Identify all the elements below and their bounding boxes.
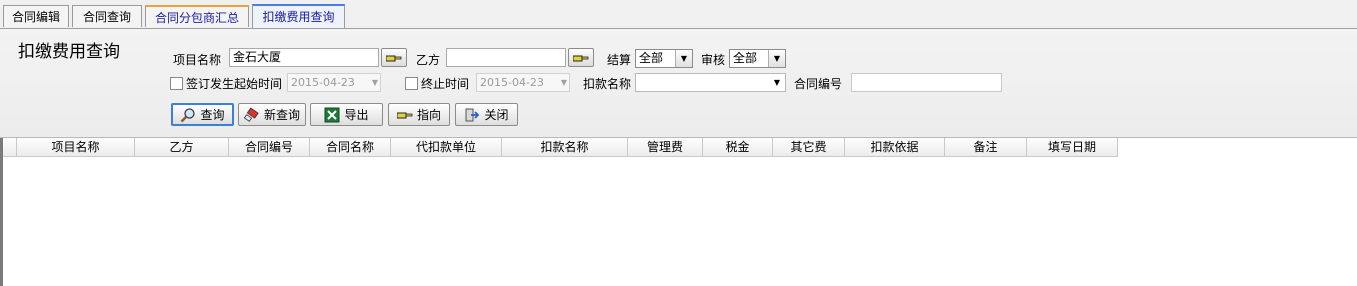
results-grid[interactable]: 项目名称 乙方 合同编号 合同名称 代扣款单位 扣款名称 管理费 税金 其它费 … — [0, 138, 1357, 286]
tab-contract-query[interactable]: 合同查询 — [72, 5, 142, 27]
col-header[interactable]: 项目名称 — [17, 138, 135, 156]
sign-start-checkbox[interactable] — [170, 77, 183, 90]
chevron-down-icon: ▼ — [560, 78, 567, 87]
deduction-name-label: 扣款名称 — [583, 77, 632, 91]
export-button[interactable]: 导出 — [310, 103, 383, 126]
pointing-hand-icon — [573, 55, 589, 61]
grid-header: 项目名称 乙方 合同编号 合同名称 代扣款单位 扣款名称 管理费 税金 其它费 … — [3, 138, 1118, 157]
chevron-down-icon: ▼ — [769, 74, 785, 91]
col-header[interactable]: 填写日期 — [1027, 138, 1118, 156]
contract-no-label: 合同编号 — [794, 77, 843, 91]
end-time-date[interactable]: 2015-04-23 ▼ — [476, 73, 570, 92]
eraser-icon — [243, 106, 259, 122]
col-header[interactable]: 合同名称 — [310, 138, 391, 156]
tab-deduction-query[interactable]: 扣缴费用查询 — [252, 4, 345, 28]
tab-strip: 合同编辑 合同查询 合同分包商汇总 扣缴费用查询 — [0, 0, 1357, 29]
audit-select[interactable]: 全部 ▼ — [729, 49, 786, 68]
col-header[interactable]: 备注 — [945, 138, 1027, 156]
query-panel: 扣缴费用查询 项目名称 金石大厦 乙方 结算 全部 ▼ 审核 全部 ▼ 签订发生… — [0, 29, 1357, 138]
tab-contract-edit[interactable]: 合同编辑 — [3, 5, 69, 27]
new-query-button[interactable]: 新查询 — [238, 103, 306, 126]
audit-label: 审核 — [701, 53, 726, 67]
end-time-checkbox[interactable] — [405, 77, 418, 90]
chevron-down-icon: ▼ — [768, 50, 785, 67]
end-time-label: 终止时间 — [421, 77, 470, 91]
settlement-select[interactable]: 全部 ▼ — [635, 49, 693, 68]
col-header[interactable]: 管理费 — [628, 138, 703, 156]
exit-door-icon — [465, 108, 480, 121]
pointing-hand-icon — [396, 112, 413, 118]
tab-subcontractor-summary[interactable]: 合同分包商汇总 — [145, 5, 249, 27]
col-header[interactable]: 乙方 — [135, 138, 229, 156]
magnifier-icon — [181, 107, 196, 122]
grid-left-edge — [0, 138, 3, 286]
project-name-input[interactable]: 金石大厦 — [229, 48, 379, 67]
excel-icon — [324, 107, 340, 122]
party-b-pick-button[interactable] — [568, 48, 594, 67]
col-header[interactable]: 扣款名称 — [502, 138, 628, 156]
contract-no-input[interactable] — [851, 73, 1002, 92]
project-name-label: 项目名称 — [173, 53, 222, 67]
col-header[interactable]: 扣款依据 — [845, 138, 945, 156]
col-header[interactable]: 其它费 — [773, 138, 845, 156]
party-b-label: 乙方 — [416, 53, 441, 67]
query-button[interactable]: 查询 — [171, 103, 234, 126]
col-header[interactable]: 税金 — [703, 138, 773, 156]
col-header[interactable]: 合同编号 — [229, 138, 310, 156]
party-b-input[interactable] — [446, 48, 566, 67]
row-indicator-header — [3, 138, 17, 156]
chevron-down-icon: ▼ — [371, 78, 378, 87]
close-button[interactable]: 关闭 — [455, 103, 518, 126]
settlement-label: 结算 — [607, 53, 632, 67]
pointing-hand-icon — [386, 55, 402, 61]
sign-start-date[interactable]: 2015-04-23 ▼ — [287, 73, 381, 92]
point-button[interactable]: 指向 — [388, 103, 450, 126]
sign-start-label: 签订发生起始时间 — [186, 77, 283, 91]
project-pick-button[interactable] — [381, 48, 407, 67]
col-header[interactable]: 代扣款单位 — [391, 138, 502, 156]
deduction-name-select[interactable]: ▼ — [635, 73, 786, 92]
chevron-down-icon: ▼ — [675, 50, 692, 67]
page-title: 扣缴费用查询 — [18, 42, 120, 62]
